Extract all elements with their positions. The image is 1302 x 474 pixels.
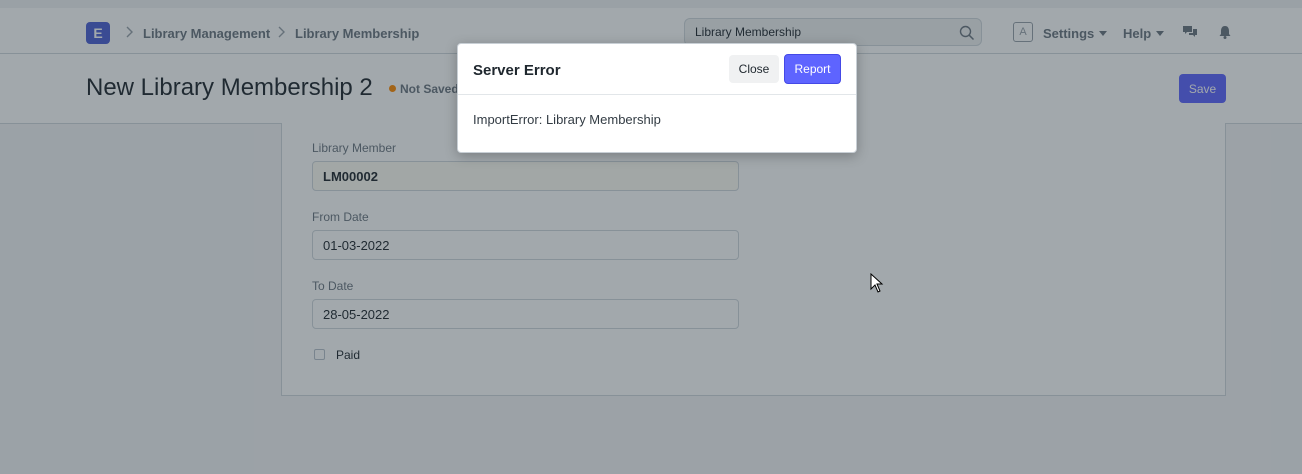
close-button[interactable]: Close	[729, 55, 779, 83]
server-error-dialog: Server Error Close Report ImportError: L…	[457, 43, 857, 153]
report-button[interactable]: Report	[784, 54, 841, 84]
dialog-title: Server Error	[473, 62, 561, 79]
dialog-header: Server Error Close Report	[458, 44, 856, 95]
error-message: ImportError: Library Membership	[473, 112, 661, 127]
cursor-icon	[870, 273, 884, 293]
